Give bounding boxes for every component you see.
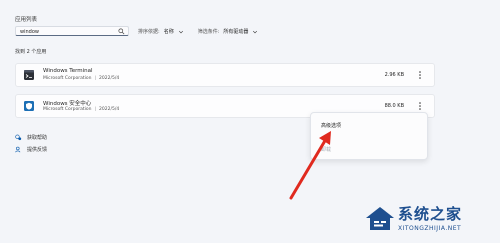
- app-date: 2022/5/4: [99, 107, 120, 112]
- get-help-label[interactable]: 获取帮助: [27, 134, 47, 141]
- more-options-icon[interactable]: [417, 69, 423, 81]
- context-menu: 高级选项 卸载: [310, 112, 428, 160]
- app-date: 2022/5/4: [99, 76, 120, 81]
- chevron-down-icon[interactable]: [252, 29, 258, 35]
- search-box[interactable]: window: [15, 26, 129, 36]
- watermark-url: XITONGZHIJIA.NET: [398, 225, 462, 232]
- get-help-link[interactable]: 获取帮助: [15, 134, 47, 141]
- app-name: Windows 安全中心: [43, 101, 92, 107]
- feedback-icon: [15, 146, 21, 153]
- chevron-down-icon[interactable]: [178, 29, 184, 35]
- sort-label: 排序依据:: [138, 29, 160, 35]
- help-icon: [15, 134, 22, 141]
- meta-separator: |: [94, 107, 97, 112]
- results-count: 找到 2 个应用: [15, 49, 47, 55]
- feedback-label[interactable]: 提供反馈: [27, 146, 47, 153]
- filter-dropdown[interactable]: 所有驱动器: [223, 28, 248, 35]
- section-title: 应用列表: [15, 17, 38, 23]
- menu-item-advanced-options[interactable]: 高级选项: [321, 122, 341, 129]
- app-size: 2.96 KB: [384, 72, 404, 78]
- app-list-item[interactable]: Windows Terminal Microsoft Corporation |…: [15, 63, 435, 87]
- filter-bar: 排序依据: 名称 筛选条件: 所有驱动器: [138, 28, 258, 35]
- app-size: 88.0 KB: [384, 103, 404, 109]
- watermark-title: 系统之家: [398, 205, 463, 223]
- feedback-link[interactable]: 提供反馈: [15, 146, 47, 153]
- security-app-icon: [24, 101, 34, 111]
- filter-label: 筛选条件:: [197, 29, 220, 35]
- app-publisher: Microsoft Corporation: [43, 76, 92, 81]
- app-name: Windows Terminal: [43, 68, 93, 74]
- terminal-app-icon: [24, 70, 34, 80]
- sort-dropdown[interactable]: 名称: [164, 28, 174, 35]
- app-meta: Microsoft Corporation | 2022/5/4: [43, 76, 119, 81]
- house-logo-icon: [366, 207, 394, 230]
- more-options-icon[interactable]: [417, 100, 423, 112]
- app-publisher: Microsoft Corporation: [43, 107, 92, 112]
- menu-item-uninstall[interactable]: 卸载: [321, 146, 331, 153]
- search-input[interactable]: window: [20, 29, 39, 35]
- watermark: 系统之家 XITONGZHIJIA.NET: [364, 203, 496, 241]
- search-icon[interactable]: [118, 28, 125, 35]
- meta-separator: |: [94, 76, 97, 81]
- app-meta: Microsoft Corporation | 2022/5/4: [43, 107, 119, 112]
